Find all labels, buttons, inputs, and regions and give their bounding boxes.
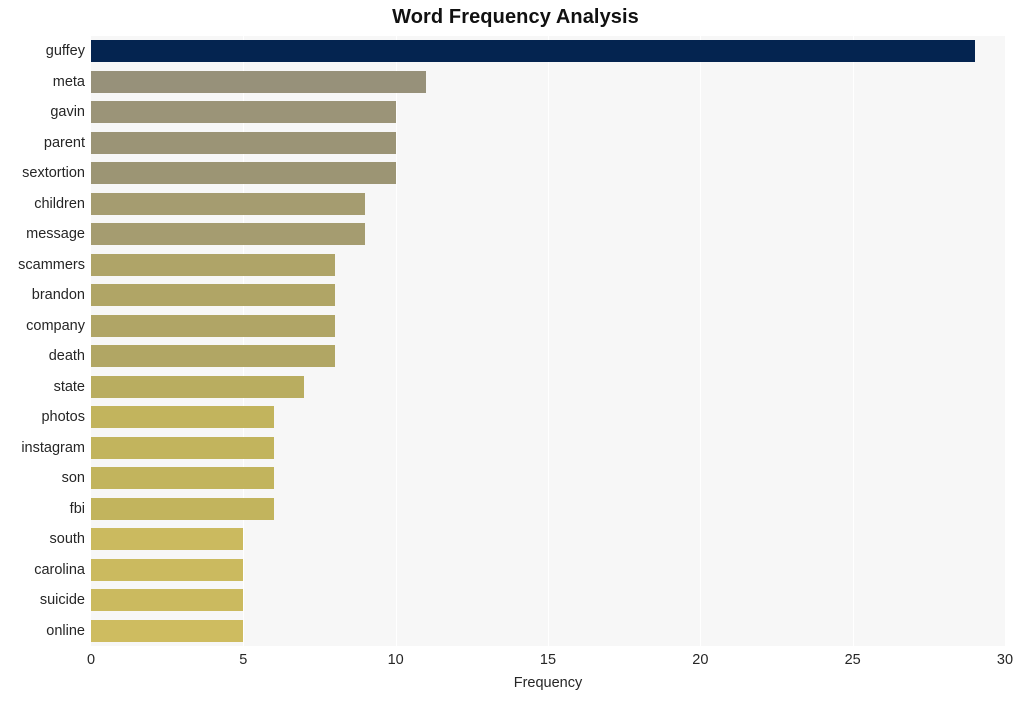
y-tick-label-scammers: scammers [18,256,85,273]
bar-row [91,101,1005,124]
bar-row [91,253,1005,276]
bar-meta [91,70,427,93]
y-tick-label-guffey: guffey [45,43,85,60]
bar-photos [91,406,274,429]
bar-row [91,619,1005,642]
x-tick-label-15: 15 [539,652,557,668]
x-axis-tick-labels: 0 5 10 15 20 25 30 [0,652,1031,674]
bar-sextortion [91,162,396,185]
bar-row [91,192,1005,215]
bar-instagram [91,436,274,459]
bar-message [91,223,366,246]
bars-layer [91,36,1005,646]
x-tick-label-25: 25 [844,652,861,668]
bar-row [91,375,1005,398]
y-tick-label-carolina: carolina [34,561,85,578]
bar-row [91,406,1005,429]
bar-state [91,375,305,398]
page-title: Word Frequency Analysis [392,6,639,28]
bar-son [91,467,274,490]
bar-row [91,70,1005,93]
bar-south [91,528,244,551]
bar-children [91,192,366,215]
bar-online [91,619,244,642]
bar-row [91,223,1005,246]
y-tick-label-death: death [48,348,85,365]
y-tick-label-fbi: fbi [69,500,85,517]
bar-suicide [91,589,244,612]
y-tick-label-children: children [34,195,85,212]
y-tick-label-sextortion: sextortion [22,165,85,182]
bar-row [91,284,1005,307]
x-tick-label-10: 10 [387,652,404,668]
word-frequency-chart: Word Frequency Analysis guffey meta gavin p… [0,0,1031,701]
y-tick-label-south: south [49,531,85,548]
y-tick-label-online: online [46,622,85,639]
bar-carolina [91,558,244,581]
x-tick-label-20: 20 [692,652,709,668]
y-tick-label-photos: photos [41,409,85,426]
y-tick-label-suicide: suicide [39,592,85,609]
bar-row [91,345,1005,368]
y-tick-label-state: state [53,378,85,395]
bar-row [91,467,1005,490]
bar-row [91,436,1005,459]
y-tick-label-company: company [26,317,85,334]
x-tick-label-0: 0 [86,652,96,668]
bar-fbi [91,497,274,520]
bar-gavin [91,101,396,124]
y-tick-label-brandon: brandon [31,287,85,304]
y-tick-label-son: son [61,470,85,487]
gridline [1005,36,1006,646]
plot-area [91,36,1006,646]
bar-company [91,314,335,337]
x-axis-title: Frequency [513,675,583,691]
y-tick-label-instagram: instagram [21,439,85,456]
bar-parent [91,131,396,154]
bar-row [91,131,1005,154]
y-tick-label-message: message [26,226,85,243]
bar-brandon [91,284,335,307]
x-tick-label-5: 5 [239,652,248,668]
bar-row [91,497,1005,520]
x-tick-label-30: 30 [996,652,1014,668]
y-tick-label-meta: meta [52,73,85,90]
bar-death [91,345,335,368]
y-tick-label-parent: parent [43,134,85,151]
bar-scammers [91,253,335,276]
bar-guffey [91,40,975,63]
bar-row [91,162,1005,185]
bar-row [91,558,1005,581]
y-axis-tick-labels: guffey meta gavin parent sextortion children m… [0,36,85,646]
bar-row [91,314,1005,337]
y-tick-label-gavin: gavin [50,104,85,121]
bar-row [91,528,1005,551]
bar-row [91,40,1005,63]
bar-row [91,589,1005,612]
